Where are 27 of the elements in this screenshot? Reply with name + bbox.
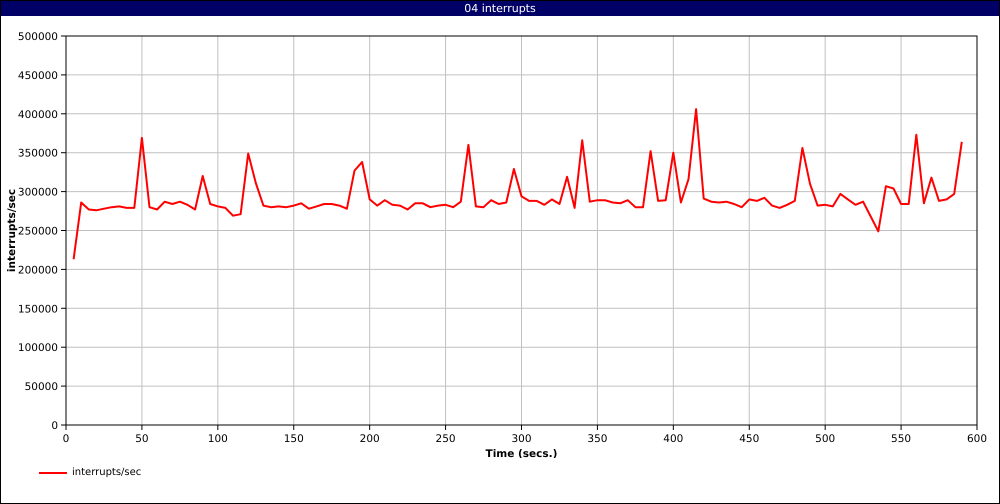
tick-label: 550: [891, 433, 912, 445]
tick-label: 50000: [24, 381, 58, 394]
tick-label: 400: [663, 433, 684, 445]
tick-label: 50: [135, 433, 149, 445]
tick-label: 450000: [18, 70, 58, 82]
tick-label: 350: [587, 433, 608, 445]
tick-label: 0: [51, 420, 58, 432]
tick-label: 600: [966, 433, 988, 445]
tick-label: 300000: [18, 186, 58, 199]
tick-label: 500: [815, 433, 836, 445]
tick-label: 450: [739, 433, 760, 445]
tick-label: 100000: [18, 342, 58, 354]
tick-label: 250: [436, 433, 456, 445]
tick-label: 300: [511, 433, 532, 445]
legend-label: interrupts/sec: [72, 467, 142, 478]
tick-label: 250000: [18, 226, 58, 238]
tick-label: 100: [208, 433, 228, 445]
tick-label: 200: [360, 433, 380, 445]
y-axis-label: interrupts/sec: [6, 188, 18, 272]
tick-label: 500000: [18, 31, 58, 43]
tick-label: 200000: [18, 264, 58, 276]
tick-label: 0: [62, 433, 70, 445]
tick-label: 150: [284, 433, 304, 445]
tick-label: 150000: [18, 303, 58, 316]
window-title: 04 interrupts: [464, 2, 536, 15]
tick-label: 350000: [18, 148, 58, 160]
tick-label: 400000: [18, 108, 58, 121]
